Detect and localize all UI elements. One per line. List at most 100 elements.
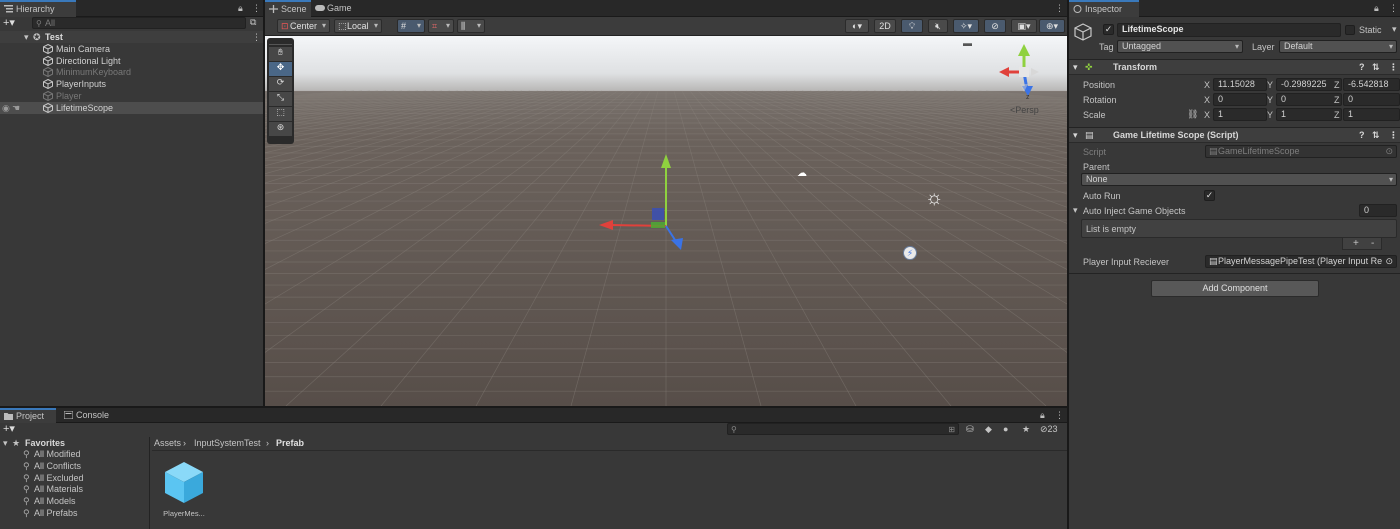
create-button[interactable]: +▾ bbox=[3, 16, 15, 29]
scene-row[interactable]: ▾ ✪ Test ⋮ bbox=[0, 31, 263, 43]
projection-label[interactable]: <Persp bbox=[1010, 105, 1039, 115]
visibility-toggle[interactable]: ⊘ bbox=[984, 19, 1006, 33]
help-icon[interactable]: ? bbox=[1359, 62, 1365, 72]
script-gizmo-icon[interactable]: ⚡︎ bbox=[903, 246, 917, 260]
tab-console[interactable]: Console bbox=[60, 408, 120, 423]
object-name-field[interactable]: LifetimeScope bbox=[1117, 23, 1341, 37]
receiver-field[interactable]: ▤ PlayerMessagePipeTest (Player Input Re… bbox=[1205, 255, 1397, 268]
inspector-lock-icon[interactable]: 🔒︎ bbox=[1374, 3, 1379, 14]
project-create-button[interactable]: +▾ bbox=[3, 422, 15, 435]
pivot-rotation-dropdown[interactable]: ⬚ Local bbox=[334, 19, 382, 33]
grid-snapping-button[interactable]: # bbox=[397, 19, 425, 33]
scale-z-field[interactable]: 1 bbox=[1343, 108, 1400, 121]
scale-tool-icon[interactable]: ⤡ bbox=[269, 92, 292, 106]
effects-dropdown[interactable]: ✧▾ bbox=[953, 19, 979, 33]
favorite-item[interactable]: ⚲ All Prefabs bbox=[0, 507, 149, 519]
auto-run-checkbox[interactable]: ✓ bbox=[1204, 190, 1215, 201]
snap-settings-button[interactable]: ⫼ bbox=[457, 19, 485, 33]
rotation-y-field[interactable]: 0 bbox=[1276, 93, 1342, 106]
position-x-axis-label[interactable]: X bbox=[1204, 80, 1210, 90]
project-lock-icon[interactable]: 🔒︎ bbox=[1040, 410, 1045, 421]
scene-visibility-icon[interactable]: ⧉ bbox=[250, 17, 256, 28]
parent-dropdown[interactable]: None bbox=[1081, 173, 1397, 186]
search-by-tag-icon[interactable]: ◆ bbox=[985, 424, 992, 435]
camera-gizmo-icon[interactable]: ☁︎ bbox=[797, 168, 807, 179]
pickability-hand-icon[interactable]: ☚ bbox=[12, 102, 20, 114]
tool-palette-handle[interactable] bbox=[269, 40, 292, 45]
search-by-type-icon[interactable]: ⊞ bbox=[948, 424, 955, 434]
hierarchy-item[interactable]: PlayerInputs bbox=[0, 78, 263, 90]
more-menu-icon[interactable]: ⋮ bbox=[252, 3, 261, 14]
scene-more-menu-icon[interactable]: ⋮ bbox=[1055, 3, 1064, 14]
log-types-icon[interactable]: ● bbox=[1003, 424, 1008, 434]
static-checkbox[interactable] bbox=[1345, 25, 1355, 35]
lock-icon[interactable]: 🔒︎ bbox=[238, 3, 243, 14]
foldout-arrow-icon[interactable]: ▾ bbox=[1073, 62, 1078, 73]
component-enabled-checkbox[interactable] bbox=[1097, 130, 1107, 140]
breadcrumb-prefab[interactable]: Prefab bbox=[276, 438, 304, 448]
favorite-star-icon[interactable]: ★ bbox=[1022, 424, 1030, 435]
transform-header[interactable]: ▾ ✜ Transform ? ⇅ ⋮ bbox=[1069, 59, 1400, 75]
gizmo-lock-icon[interactable]: ▬ bbox=[963, 38, 972, 48]
favorite-item[interactable]: ⚲ All Modified bbox=[0, 448, 149, 460]
move-tool-icon[interactable]: ✥ bbox=[269, 62, 292, 76]
component-menu-icon[interactable]: ⋮ bbox=[1389, 62, 1398, 73]
increment-snap-button[interactable]: ⌗ bbox=[428, 19, 454, 33]
hierarchy-search-input[interactable]: ⚲ All bbox=[32, 17, 246, 29]
layer-dropdown[interactable]: Default bbox=[1279, 40, 1397, 53]
foldout-arrow-icon[interactable]: ▾ bbox=[1073, 205, 1078, 216]
foldout-arrow-icon[interactable]: ▾ bbox=[1073, 130, 1078, 141]
hierarchy-item[interactable]: ◉ ☚ LifetimeScope bbox=[0, 101, 263, 114]
tab-game[interactable]: Game bbox=[311, 0, 359, 17]
rotation-y-axis-label[interactable]: Y bbox=[1267, 95, 1273, 105]
tab-project[interactable]: Project bbox=[0, 408, 56, 423]
auto-inject-size-field[interactable]: 0 bbox=[1359, 204, 1397, 217]
hierarchy-item[interactable]: MinimumKeyboard bbox=[0, 66, 263, 78]
tab-inspector[interactable]: Inspector bbox=[1069, 0, 1139, 17]
position-x-field[interactable]: 11.15028 bbox=[1213, 78, 1267, 91]
breadcrumb-inputsystemtest[interactable]: InputSystemTest bbox=[194, 438, 261, 448]
sun-gizmo-icon[interactable]: ☼ bbox=[925, 187, 943, 210]
scale-x-field[interactable]: 1 bbox=[1213, 108, 1267, 121]
constrain-scale-icon[interactable]: ⛓︎ bbox=[1187, 109, 1198, 120]
scene-menu-icon[interactable]: ⋮ bbox=[252, 31, 261, 43]
move-gizmo[interactable] bbox=[595, 146, 715, 266]
favorite-item[interactable]: ⚲ All Excluded bbox=[0, 472, 149, 484]
remove-list-item-button[interactable]: - bbox=[1371, 238, 1374, 249]
position-y-field[interactable]: -0.2989225 bbox=[1276, 78, 1342, 91]
hierarchy-item[interactable]: Main Camera bbox=[0, 43, 263, 55]
rect-tool-icon[interactable]: ⬚ bbox=[269, 107, 292, 121]
favorite-item[interactable]: ⚲ All Materials bbox=[0, 483, 149, 495]
rotation-x-axis-label[interactable]: X bbox=[1204, 95, 1210, 105]
preset-icon[interactable]: ⇅ bbox=[1372, 130, 1380, 141]
lighting-toggle[interactable]: 💡︎ bbox=[901, 19, 923, 33]
search-by-label-icon[interactable]: ⛁ bbox=[966, 424, 974, 435]
orientation-gizmo[interactable]: z ▬ bbox=[963, 38, 1055, 106]
add-list-item-button[interactable]: + bbox=[1353, 238, 1359, 249]
active-checkbox[interactable]: ✓ bbox=[1103, 24, 1114, 35]
add-component-button[interactable]: Add Component bbox=[1151, 280, 1319, 297]
scale-x-axis-label[interactable]: X bbox=[1204, 110, 1210, 120]
preset-icon[interactable]: ⇅ bbox=[1372, 62, 1380, 73]
gizmos-dropdown[interactable]: ⊕▾ bbox=[1039, 19, 1065, 33]
help-icon[interactable]: ? bbox=[1359, 130, 1365, 140]
hierarchy-item[interactable]: Directional Light bbox=[0, 55, 263, 67]
position-z-axis-label[interactable]: Z bbox=[1334, 80, 1340, 90]
project-search-input[interactable]: ⚲ ⊞ bbox=[727, 423, 959, 435]
component-menu-icon[interactable]: ⋮ bbox=[1389, 130, 1398, 141]
rotation-x-field[interactable]: 0 bbox=[1213, 93, 1267, 106]
pivot-mode-dropdown[interactable]: ⊡ Center bbox=[277, 19, 330, 33]
scale-z-axis-label[interactable]: Z bbox=[1334, 110, 1340, 120]
asset-item[interactable]: PlayerMes... bbox=[158, 460, 210, 520]
rotation-z-axis-label[interactable]: Z bbox=[1334, 95, 1340, 105]
static-dropdown-icon[interactable]: ▾ bbox=[1392, 24, 1397, 35]
tag-dropdown[interactable]: Untagged bbox=[1117, 40, 1243, 53]
tab-scene[interactable]: Scene bbox=[265, 0, 311, 17]
auto-inject-label[interactable]: Auto Inject Game Objects bbox=[1083, 206, 1186, 216]
transform-tool-icon[interactable]: ⊛ bbox=[269, 122, 292, 136]
script-component-header[interactable]: ▾ ▤ Game Lifetime Scope (Script) ? ⇅ ⋮ bbox=[1069, 127, 1400, 143]
breadcrumb-assets[interactable]: Assets bbox=[154, 438, 181, 448]
hand-tool-icon[interactable]: ✋︎ bbox=[269, 47, 292, 61]
expand-arrow-icon[interactable]: ▾ bbox=[24, 31, 29, 43]
project-more-icon[interactable]: ⋮ bbox=[1055, 410, 1064, 421]
